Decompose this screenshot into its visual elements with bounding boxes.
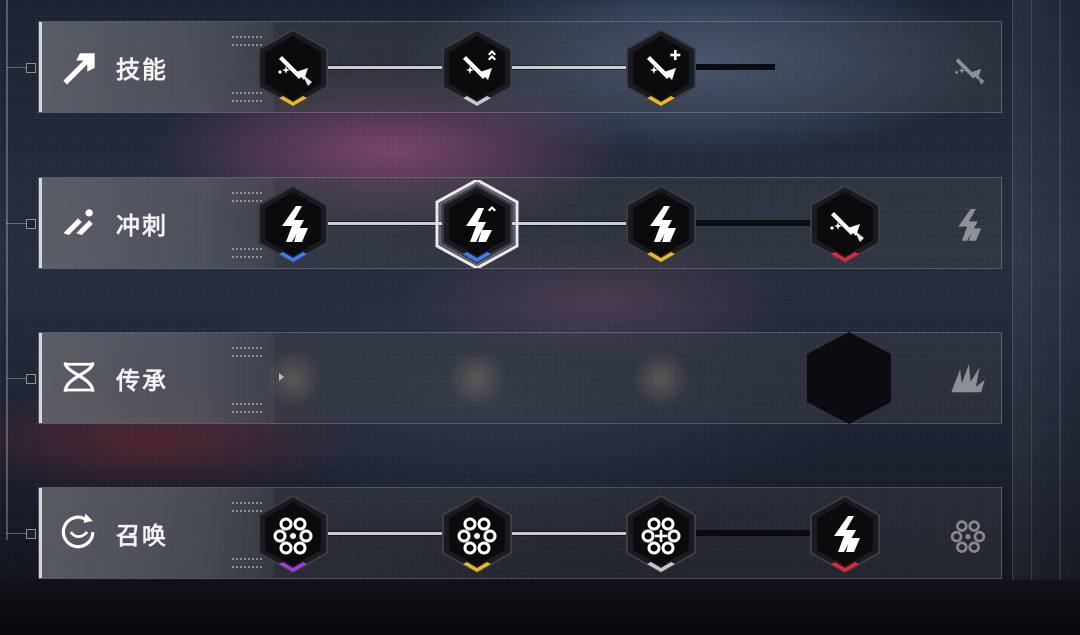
lightning-dash-up-icon xyxy=(435,180,519,268)
node-connector xyxy=(327,532,443,535)
sword-burst-icon xyxy=(955,58,985,85)
talent-node[interactable] xyxy=(251,180,335,268)
tab-decoration xyxy=(232,403,262,405)
tab-decoration xyxy=(232,355,262,357)
lightning-dash-icon xyxy=(958,209,982,241)
dna-icon xyxy=(56,355,102,401)
tab-decoration xyxy=(232,411,262,413)
talent-node[interactable] xyxy=(435,490,519,578)
hidden-node xyxy=(631,349,691,409)
talent-row: 召唤 xyxy=(38,487,1002,579)
hidden-node xyxy=(263,349,323,409)
summon-circle-icon xyxy=(258,494,328,574)
sword-burst-icon xyxy=(810,184,880,264)
talent-row: 技能 xyxy=(38,21,1002,113)
skill-arrow-icon xyxy=(56,44,102,90)
lightning-dash-icon xyxy=(258,184,328,264)
talent-node[interactable] xyxy=(251,24,335,112)
left-spine-line xyxy=(6,0,8,540)
talent-node[interactable] xyxy=(435,24,519,112)
talent-row: 传承 xyxy=(38,332,1002,424)
category-tab[interactable]: 技能 xyxy=(42,22,274,112)
talent-node[interactable] xyxy=(619,490,703,578)
spine-node xyxy=(26,529,36,539)
talent-row: 冲刺 xyxy=(38,177,1002,269)
category-label: 召唤 xyxy=(116,522,168,550)
category-tab[interactable]: 召唤 xyxy=(42,488,274,578)
sword-burst-icon xyxy=(258,28,328,108)
node-connector xyxy=(327,222,443,225)
category-tab[interactable]: 传承 xyxy=(42,333,274,423)
spine-node xyxy=(26,374,36,384)
category-tab[interactable]: 冲刺 xyxy=(42,178,274,268)
lightning-dash-icon xyxy=(626,184,696,264)
claw-icon xyxy=(951,364,985,393)
hidden-node xyxy=(447,349,507,409)
summon-circle-icon xyxy=(950,520,986,553)
sword-burst-up-icon xyxy=(442,28,512,108)
node-connector xyxy=(695,64,775,70)
tab-decoration xyxy=(232,347,262,349)
dash-icon xyxy=(56,200,102,246)
spine-node xyxy=(26,219,36,229)
locked-node-slot xyxy=(807,332,891,424)
category-label: 传承 xyxy=(116,367,168,395)
sword-burst-plus-icon xyxy=(626,28,696,108)
talent-node[interactable] xyxy=(619,24,703,112)
summon-circle-plus-icon xyxy=(626,494,696,574)
right-frame-rail xyxy=(1012,0,1080,580)
node-connector xyxy=(511,66,627,69)
category-label: 技能 xyxy=(116,56,168,84)
category-label: 冲刺 xyxy=(116,212,168,240)
node-connector xyxy=(695,220,811,226)
talent-node-selected[interactable] xyxy=(435,180,519,268)
talent-node[interactable] xyxy=(803,180,887,268)
talent-node[interactable] xyxy=(803,490,887,578)
spine-node xyxy=(26,63,36,73)
node-connector xyxy=(695,530,811,536)
node-connector xyxy=(511,532,627,535)
lightning-dash-icon xyxy=(810,494,880,574)
bottom-bar xyxy=(0,580,1080,635)
talent-node[interactable] xyxy=(619,180,703,268)
node-connector xyxy=(327,66,443,69)
talent-node[interactable] xyxy=(251,490,335,578)
node-connector xyxy=(511,222,627,225)
summon-circle-icon xyxy=(442,494,512,574)
summon-icon xyxy=(56,510,102,556)
